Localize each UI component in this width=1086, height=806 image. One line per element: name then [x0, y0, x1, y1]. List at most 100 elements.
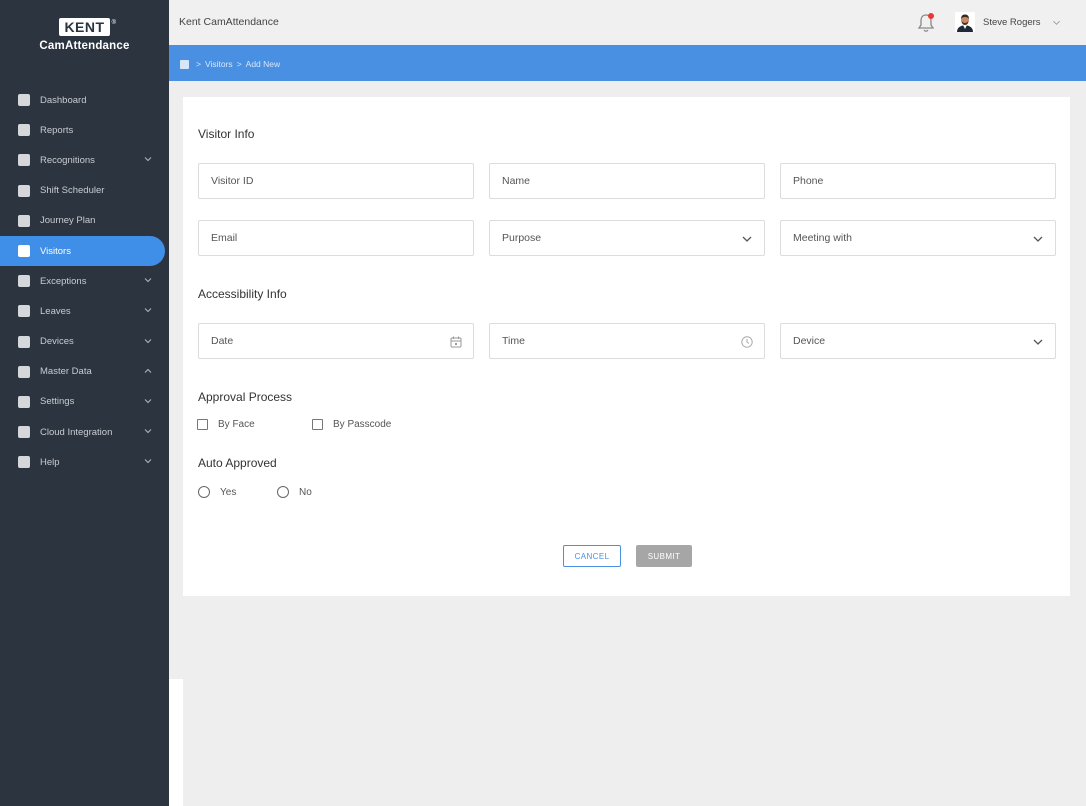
purpose-select[interactable]: Purpose — [489, 220, 765, 256]
sidebar-item-dashboard[interactable]: Dashboard — [0, 85, 169, 115]
user-menu[interactable]: Steve Rogers — [955, 12, 1061, 32]
sidebar-item-journey-plan[interactable]: Journey Plan — [0, 206, 169, 236]
home-icon[interactable] — [180, 59, 189, 69]
breadcrumb-separator: > — [236, 59, 242, 69]
chevron-down-icon — [1052, 20, 1060, 25]
email-placeholder: Email — [211, 232, 238, 244]
visitor-id-field[interactable]: Visitor ID — [198, 163, 474, 199]
sidebar-item-master-data[interactable]: Master Data — [0, 357, 169, 387]
by-passcode-checkbox[interactable]: By Passcode — [312, 419, 391, 430]
settings-icon — [18, 395, 30, 408]
sidebar-item-reports[interactable]: Reports — [0, 115, 169, 145]
chevron-down-icon — [742, 236, 752, 242]
visitor-id-placeholder: Visitor ID — [211, 175, 254, 187]
sidebar-item-leaves[interactable]: Leaves — [0, 296, 169, 326]
submit-button[interactable]: SUBMIT — [636, 545, 692, 567]
time-field[interactable]: Time — [489, 323, 765, 359]
app-title: Kent CamAttendance — [179, 16, 279, 28]
approval-process-heading: Approval Process — [198, 390, 293, 404]
radio-circle[interactable] — [198, 486, 210, 498]
sidebar-item-label: Devices — [40, 336, 74, 348]
visitor-info-heading: Visitor Info — [198, 127, 255, 141]
breadcrumb-separator: > — [196, 59, 201, 69]
sidebar-item-label: Help — [40, 456, 60, 468]
chevron-down-icon[interactable] — [143, 305, 153, 315]
auto-approved-yes-radio[interactable]: Yes — [198, 486, 236, 498]
breadcrumb-item-add-new: Add New — [245, 59, 281, 69]
master-data-icon — [18, 365, 30, 378]
checkbox-box[interactable] — [312, 419, 323, 430]
app-logo: KENT ® CamAttendance — [0, 18, 169, 52]
devices-icon — [18, 335, 30, 348]
time-placeholder: Time — [502, 335, 525, 347]
chevron-down-icon[interactable] — [143, 336, 153, 346]
chevron-up-icon[interactable] — [143, 366, 153, 376]
sidebar-item-label: Recognitions — [40, 154, 95, 166]
device-placeholder: Device — [793, 335, 826, 347]
yes-label: Yes — [220, 486, 237, 498]
logo-subtitle: CamAttendance — [39, 40, 130, 52]
accessibility-info-heading: Accessibility Info — [198, 287, 287, 301]
device-select[interactable]: Device — [780, 323, 1056, 359]
breadcrumb-item-visitors[interactable]: Visitors — [205, 59, 233, 69]
name-field[interactable]: Name — [489, 163, 765, 199]
chevron-down-icon[interactable] — [143, 275, 153, 285]
sidebar-item-label: Leaves — [40, 305, 71, 317]
breadcrumb-bar: > Visitors > Add New — [169, 45, 1086, 81]
chevron-down-icon[interactable] — [143, 154, 153, 164]
chevron-down-icon[interactable] — [143, 426, 153, 436]
dashboard-icon — [18, 94, 30, 107]
chevron-down-icon — [1033, 236, 1043, 242]
sidebar-item-label: Cloud Integration — [40, 426, 113, 438]
phone-field[interactable]: Phone — [780, 163, 1056, 199]
cloud-integration-icon — [18, 426, 30, 439]
sidebar-item-label: Visitors — [40, 245, 71, 257]
logo-mark: KENT ® — [59, 18, 116, 36]
sidebar: KENT ® CamAttendance Dashboard Reports Reco… — [0, 0, 169, 806]
sidebar-item-exceptions[interactable]: Exceptions — [0, 266, 169, 296]
sidebar-item-settings[interactable]: Settings — [0, 387, 169, 417]
chevron-down-icon[interactable] — [143, 456, 153, 466]
meeting-with-select[interactable]: Meeting with — [780, 220, 1056, 256]
date-field[interactable]: Date — [198, 323, 474, 359]
sidebar-item-recognitions[interactable]: Recognitions — [0, 145, 169, 175]
sidebar-item-cloud-integration[interactable]: Cloud Integration — [0, 417, 169, 447]
by-face-checkbox[interactable]: By Face — [197, 419, 255, 430]
checkbox-box[interactable] — [197, 419, 208, 430]
content-background-lower — [183, 596, 1086, 806]
leaves-icon — [18, 305, 30, 318]
help-icon — [18, 456, 30, 469]
radio-circle[interactable] — [277, 486, 289, 498]
phone-placeholder: Phone — [793, 175, 824, 187]
cancel-button[interactable]: CANCEL — [563, 545, 621, 567]
bell-icon[interactable] — [916, 12, 936, 34]
email-field[interactable]: Email — [198, 220, 474, 256]
visitors-icon — [18, 245, 30, 258]
auto-approved-no-radio[interactable]: No — [277, 486, 312, 498]
shift-scheduler-icon — [18, 184, 30, 197]
avatar — [955, 12, 975, 32]
date-placeholder: Date — [211, 335, 234, 347]
sidebar-nav: Dashboard Reports Recognitions Shift Schedu… — [0, 85, 169, 477]
no-label: No — [299, 486, 312, 498]
logo-text: KENT — [64, 19, 105, 35]
meeting-with-placeholder: Meeting with — [793, 232, 852, 244]
auto-approved-heading: Auto Approved — [198, 456, 277, 470]
user-name: Steve Rogers — [983, 16, 1041, 28]
sidebar-item-shift-scheduler[interactable]: Shift Scheduler — [0, 176, 169, 206]
logo-registered-mark: ® — [111, 20, 117, 26]
sidebar-item-visitors[interactable]: Visitors — [0, 235, 165, 267]
calendar-icon[interactable] — [449, 335, 463, 349]
clock-icon[interactable] — [740, 335, 754, 349]
sidebar-item-label: Dashboard — [40, 94, 87, 106]
name-placeholder: Name — [502, 175, 531, 187]
sidebar-item-label: Reports — [40, 124, 74, 136]
by-face-label: By Face — [218, 419, 255, 430]
sidebar-item-help[interactable]: Help — [0, 447, 169, 477]
sidebar-item-devices[interactable]: Devices — [0, 327, 169, 357]
recognitions-icon — [18, 154, 30, 167]
sidebar-item-label: Settings — [40, 396, 75, 408]
top-bar: Kent CamAttendance Steve Rogers — [169, 0, 1086, 45]
chevron-down-icon — [1033, 339, 1043, 345]
chevron-down-icon[interactable] — [143, 396, 153, 406]
